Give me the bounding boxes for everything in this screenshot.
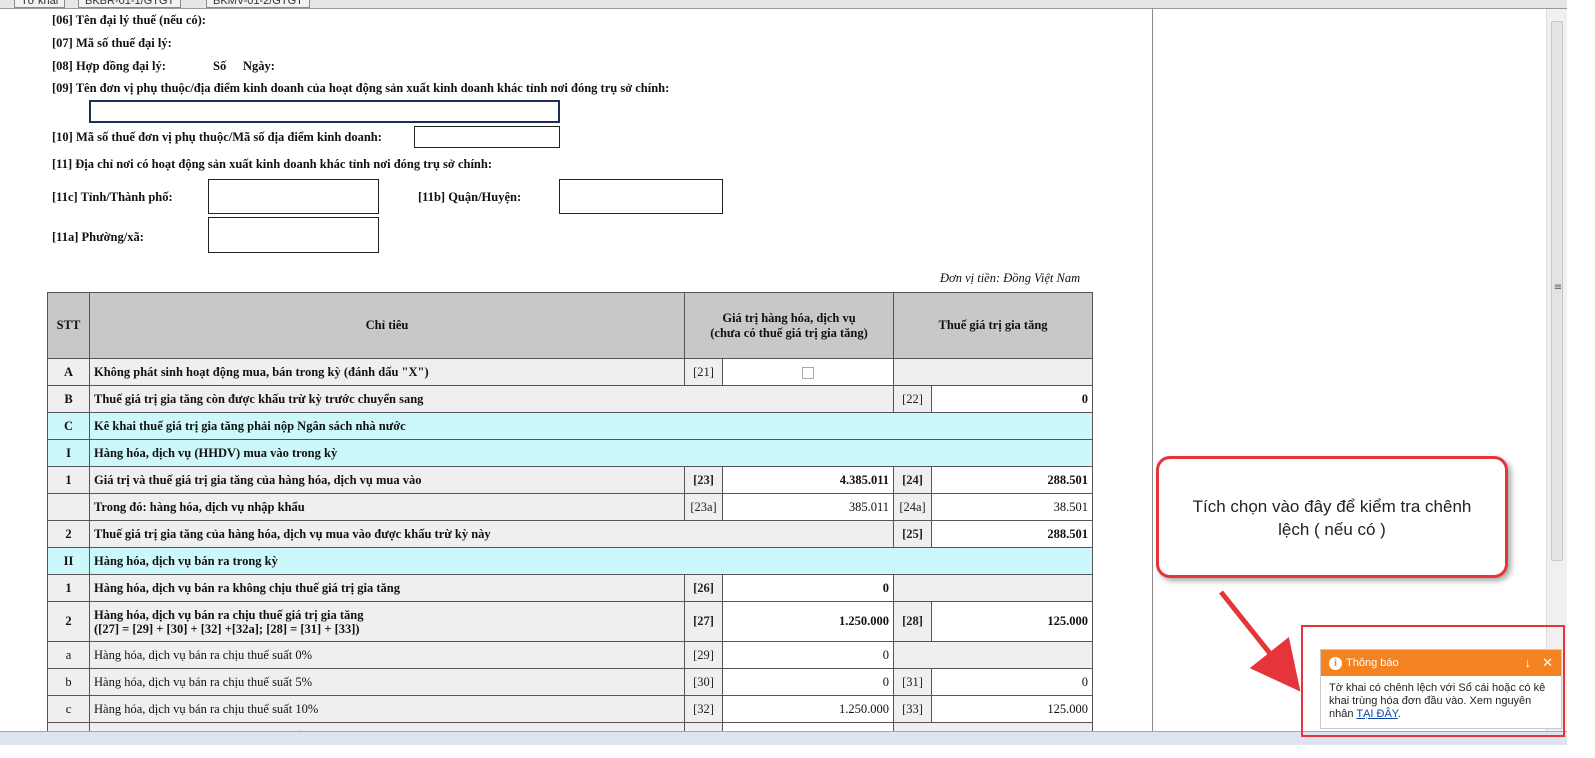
table-row: B Thuế giá trị gia tăng còn được khấu tr… <box>47 385 1094 413</box>
field-27[interactable]: 1.250.000 <box>721 601 895 642</box>
table-row: 1 Hàng hóa, dịch vụ bán ra không chịu th… <box>47 574 1094 602</box>
table-header-row: STT Chỉ tiêu Giá trị hàng hóa, dịch vụ (c… <box>47 292 1094 359</box>
tab-strip: Tờ khai BKBR-01-1/GTGT BKMV-01-2/GTGT <box>0 0 1595 9</box>
header-chi-tieu: Chỉ tiêu <box>89 292 685 359</box>
no-activity-checkbox[interactable] <box>802 366 814 379</box>
vertical-scrollbar[interactable]: ≡ <box>1546 9 1567 731</box>
label-08: [08] Hợp đồng đại lý: Số Ngày: <box>52 59 275 73</box>
table-row: a Hàng hóa, dịch vụ bán ra chịu thuế suấ… <box>47 641 1094 669</box>
label-11a: [11a] Phường/xã: <box>52 230 144 244</box>
notification-popup: i Thông báo ↓ ✕ Tờ khai có chênh lệch với… <box>1320 649 1562 729</box>
label-11b: [11b] Quận/Huyện: <box>418 190 522 204</box>
notification-header: i Thông báo ↓ ✕ <box>1321 650 1561 676</box>
vat-table: STT Chỉ tiêu Giá trị hàng hóa, dịch vụ (c… <box>47 292 1094 731</box>
field-32a[interactable]: 0 <box>721 722 895 731</box>
header-gia-tri: Giá trị hàng hóa, dịch vụ (chưa có thuế g… <box>683 292 895 359</box>
province-select[interactable] <box>208 179 379 214</box>
table-row-section: I Hàng hóa, dịch vụ (HHDV) mua vào trong… <box>47 439 1094 467</box>
label-06: [06] Tên đại lý thuế (nếu có): <box>52 13 206 27</box>
field-28[interactable]: 125.000 <box>931 601 1094 642</box>
field-24a[interactable]: 38.501 <box>931 493 1094 521</box>
district-select[interactable] <box>559 179 723 214</box>
table-row: c Hàng hóa, dịch vụ bán ra chịu thuế suấ… <box>47 695 1094 723</box>
tab-bkmv[interactable]: BKMV-01-2/GTGT <box>206 0 310 8</box>
table-row: d Hàng hóa, dịch vụ bán ra không tính th… <box>47 722 1094 731</box>
declaration-form: [06] Tên đại lý thuế (nếu có): [07] Mã s… <box>0 9 1153 731</box>
table-row: 2 Hàng hóa, dịch vụ bán ra chịu thuế giá… <box>47 601 1094 642</box>
field-30[interactable]: 0 <box>721 668 895 696</box>
label-11c: [11c] Tỉnh/Thành phố: <box>52 190 173 204</box>
table-row-section: II Hàng hóa, dịch vụ bán ra trong kỳ <box>47 547 1094 575</box>
table-row: 1 Giá trị và thuế giá trị gia tăng của h… <box>47 466 1094 494</box>
field-25[interactable]: 288.501 <box>931 520 1094 548</box>
notification-title: Thông báo <box>1346 657 1399 669</box>
field-31[interactable]: 0 <box>931 668 1094 696</box>
notification-body: Tờ khai có chênh lệch với Sổ cái hoặc có… <box>1329 682 1546 720</box>
field-23a[interactable]: 385.011 <box>721 493 895 521</box>
label-10: [10] Mã số thuế đơn vị phụ thuộc/Mã số đ… <box>52 130 382 144</box>
notification-link[interactable]: TẠI ĐÂY <box>1356 708 1397 720</box>
close-icon[interactable]: ✕ <box>1542 650 1553 676</box>
tab-bkbr[interactable]: BKBR-01-1/GTGT <box>78 0 182 8</box>
field-29[interactable]: 0 <box>721 641 895 669</box>
table-row-section: C Kê khai thuế giá trị gia tăng phải nộp… <box>47 412 1094 440</box>
table-row: 2 Thuế giá trị gia tăng của hàng hóa, dị… <box>47 520 1094 548</box>
branch-tax-code-input[interactable] <box>414 126 560 148</box>
table-row: Trong đó: hàng hóa, dịch vụ nhập khẩu [2… <box>47 493 1094 521</box>
label-11: [11] Địa chỉ nơi có hoạt động sản xuất k… <box>52 157 492 171</box>
table-row: b Hàng hóa, dịch vụ bán ra chịu thuế suấ… <box>47 668 1094 696</box>
field-24[interactable]: 288.501 <box>931 466 1094 494</box>
field-26[interactable]: 0 <box>721 574 895 602</box>
right-pane <box>1154 9 1546 731</box>
header-thue: Thuế giá trị gia tăng <box>893 292 1094 359</box>
annotation-callout: Tích chọn vào đây để kiểm tra chênh lệch… <box>1156 456 1508 578</box>
field-22[interactable]: 0 <box>931 385 1094 413</box>
label-08-ngay: Ngày: <box>243 59 275 73</box>
header-stt: STT <box>47 292 90 359</box>
scrollbar-thumb[interactable]: ≡ <box>1551 21 1563 561</box>
field-23[interactable]: 4.385.011 <box>721 466 895 494</box>
grip-icon: ≡ <box>1553 282 1563 293</box>
ward-select[interactable] <box>208 217 379 253</box>
info-icon: i <box>1329 656 1342 670</box>
outer-margin <box>1567 0 1595 758</box>
branch-name-input[interactable] <box>89 100 560 123</box>
currency-note: Đơn vị tiền: Đồng Việt Nam <box>940 271 1081 285</box>
label-08-so: Số <box>213 59 227 73</box>
field-33[interactable]: 125.000 <box>931 695 1094 723</box>
label-09: [09] Tên đơn vị phụ thuộc/địa điểm kinh … <box>52 81 670 95</box>
label-07: [07] Mã số thuế đại lý: <box>52 36 172 50</box>
table-row: A Không phát sinh hoạt động mua, bán tro… <box>47 358 1094 386</box>
tab-to-khai[interactable]: Tờ khai <box>14 0 66 8</box>
field-32[interactable]: 1.250.000 <box>721 695 895 723</box>
collapse-arrow-icon[interactable]: ↓ <box>1525 650 1532 676</box>
